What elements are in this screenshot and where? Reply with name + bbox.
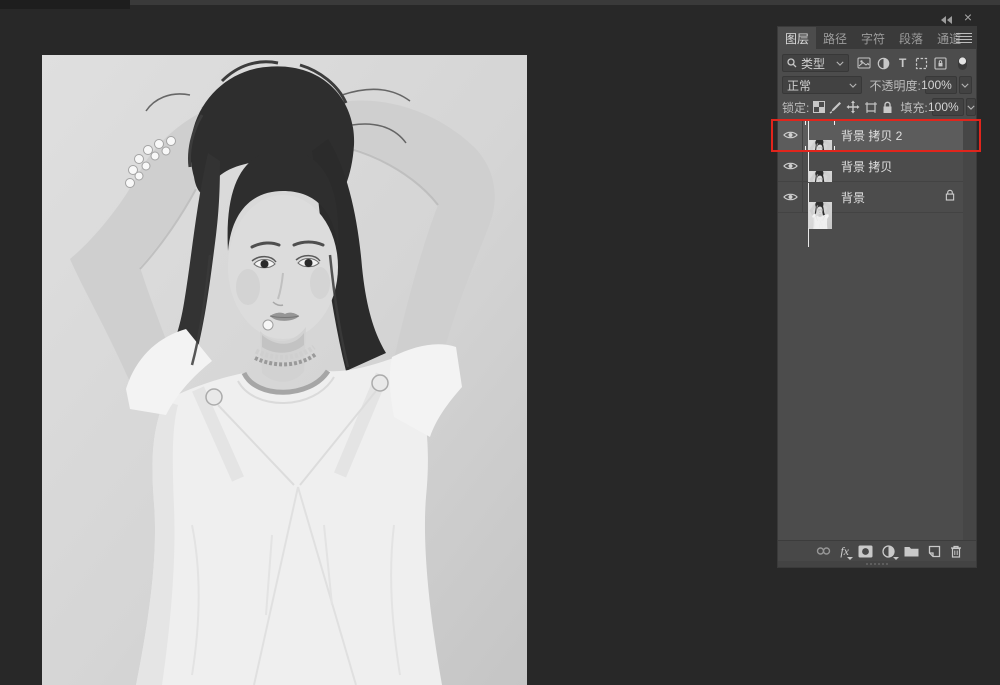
tab-layers[interactable]: 图层: [778, 27, 816, 49]
adjustment-layer-icon[interactable]: [882, 543, 895, 559]
fill-label: 填充:: [900, 99, 927, 116]
layers-list: 背景 拷贝 2 背景 拷贝 背景: [778, 119, 976, 540]
panel-resize-grip[interactable]: [866, 563, 888, 565]
filter-row: 类型 T: [782, 54, 972, 72]
toolbar-remnant: [0, 0, 130, 9]
smart-object-filter-icon[interactable]: [933, 55, 949, 71]
tab-character[interactable]: 字符: [854, 27, 892, 49]
visibility-toggle[interactable]: [778, 151, 803, 181]
delete-layer-icon[interactable]: [950, 543, 962, 559]
layer-name[interactable]: 背景: [841, 189, 945, 206]
lock-pixels-icon[interactable]: [829, 99, 842, 115]
type-layer-filter-icon[interactable]: T: [895, 55, 911, 71]
link-layers-icon[interactable]: [816, 543, 831, 559]
eye-icon: [783, 161, 798, 171]
layer-name[interactable]: 背景 拷贝: [841, 158, 963, 175]
shape-layer-filter-icon[interactable]: [914, 55, 930, 71]
lock-transparency-icon[interactable]: [813, 99, 825, 115]
lock-row: 锁定: 填充: 100%: [782, 98, 972, 116]
blend-mode-row: 正常 不透明度: 100%: [782, 76, 972, 94]
layers-footer-toolbar: fx: [778, 540, 976, 561]
layer-row-background-copy[interactable]: 背景 拷贝: [778, 151, 963, 182]
portrait-photo: [42, 55, 527, 685]
layer-mask-icon[interactable]: [858, 543, 873, 559]
options-bar-remnant: [0, 0, 1000, 5]
panel-menu-icon[interactable]: [956, 31, 972, 45]
new-layer-icon[interactable]: [928, 543, 941, 559]
layer-row-background-copy-2[interactable]: 背景 拷贝 2: [778, 120, 963, 151]
layer-thumbnail[interactable]: [808, 183, 832, 247]
blend-mode-value: 正常: [787, 77, 849, 94]
fill-value[interactable]: 100%: [932, 98, 964, 116]
eye-icon: [783, 192, 798, 202]
visibility-toggle[interactable]: [778, 120, 803, 150]
fill-chevron-button[interactable]: [966, 98, 976, 116]
lock-artboard-icon[interactable]: [864, 99, 878, 115]
blend-mode-select[interactable]: 正常: [782, 76, 862, 94]
layer-row-background[interactable]: 背景: [778, 182, 963, 213]
adjustment-layer-filter-icon[interactable]: [875, 55, 891, 71]
opacity-chevron-button[interactable]: [959, 76, 972, 94]
lock-all-icon[interactable]: [882, 99, 893, 115]
document-image[interactable]: [42, 55, 527, 685]
tab-paragraph[interactable]: 段落: [892, 27, 930, 49]
chevron-down-icon: [961, 83, 969, 88]
panel-bottom-bar: [778, 561, 976, 567]
layer-name[interactable]: 背景 拷贝 2: [841, 127, 963, 144]
new-group-icon[interactable]: [904, 543, 919, 559]
lock-position-icon[interactable]: [846, 99, 860, 115]
eye-icon: [783, 130, 798, 140]
filter-kind-select[interactable]: 类型: [782, 54, 849, 72]
tab-paths[interactable]: 路径: [816, 27, 854, 49]
chevron-down-icon: [967, 105, 975, 110]
lock-label: 锁定:: [782, 99, 809, 116]
panel-tab-bar: 图层 路径 字符 段落 通道: [778, 27, 976, 49]
pixel-layer-filter-icon[interactable]: [856, 55, 872, 71]
layer-style-icon[interactable]: fx: [840, 543, 849, 559]
close-panel-icon[interactable]: ×: [960, 9, 976, 25]
chevron-down-icon: [836, 61, 844, 66]
visibility-toggle[interactable]: [778, 182, 803, 212]
opacity-label: 不透明度:: [869, 77, 920, 94]
layers-panel: 图层 路径 字符 段落 通道 类型 T 正常 不透明度:: [778, 27, 976, 567]
chevron-down-icon: [849, 83, 857, 88]
collapse-panels-icon[interactable]: [941, 14, 959, 26]
locked-layer-icon: [945, 188, 955, 206]
filter-kind-label: 类型: [801, 55, 836, 72]
search-icon: [787, 58, 797, 68]
opacity-value[interactable]: 100%: [925, 76, 957, 94]
filter-toggle-icon[interactable]: [954, 55, 970, 71]
photoshop-window: × 图层 路径 字符 段落 通道 类型 T 正常: [0, 0, 1000, 685]
layers-scrollbar[interactable]: [963, 120, 976, 540]
